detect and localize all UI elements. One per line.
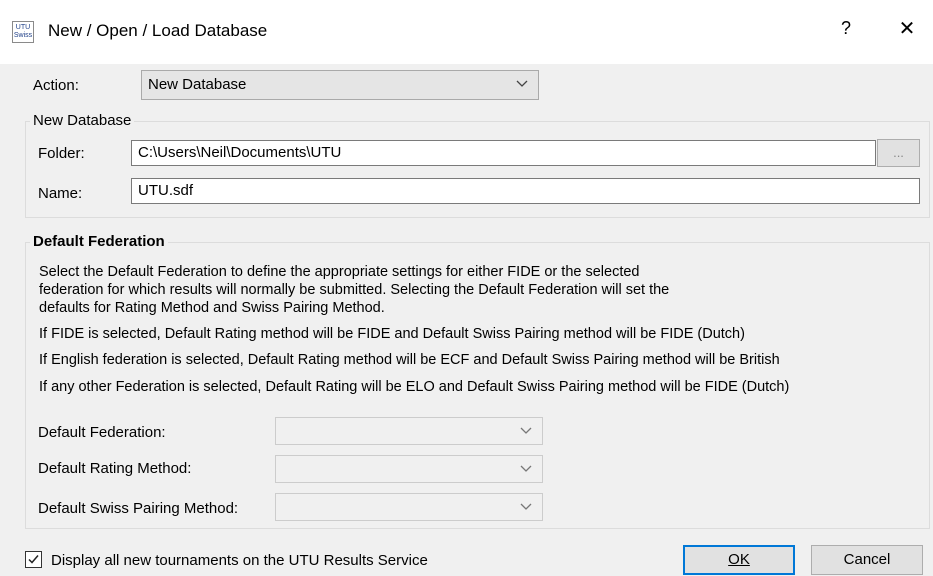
default-federation-group-title: Default Federation [30, 233, 168, 250]
ok-button[interactable]: OK [683, 545, 795, 575]
title-bar: UTU Swiss New / Open / Load Database ? ✕ [0, 0, 933, 64]
chevron-down-icon [520, 503, 532, 510]
note-english-federation: If English federation is selected, Defau… [39, 352, 780, 368]
default-rating-method-dropdown[interactable] [275, 455, 543, 483]
federation-description-line-1: Select the Default Federation to define … [39, 264, 640, 280]
new-database-group-title: New Database [30, 112, 135, 129]
folder-input[interactable]: C:\Users\Neil\Documents\UTU [131, 140, 876, 166]
chevron-down-icon [520, 465, 532, 472]
ok-button-label: OK [728, 551, 750, 568]
default-federation-dropdown[interactable] [275, 417, 543, 445]
app-icon: UTU Swiss [12, 21, 34, 43]
cancel-button-label: Cancel [843, 551, 891, 568]
checkmark-icon [28, 555, 39, 564]
results-service-checkbox[interactable] [25, 551, 42, 568]
note-fide: If FIDE is selected, Default Rating meth… [39, 326, 745, 342]
folder-label: Folder: [38, 145, 85, 162]
close-button[interactable]: ✕ [894, 16, 920, 41]
action-dropdown[interactable]: New Database [141, 70, 539, 100]
name-input[interactable]: UTU.sdf [131, 178, 920, 204]
cancel-button[interactable]: Cancel [811, 545, 923, 575]
action-selected-value: New Database [148, 76, 247, 93]
default-swiss-pairing-method-label: Default Swiss Pairing Method: [38, 500, 239, 517]
browse-folder-button[interactable]: ... [877, 139, 920, 167]
chevron-down-icon [516, 80, 528, 87]
default-federation-label: Default Federation: [38, 424, 166, 441]
name-label: Name: [38, 185, 83, 202]
window-title: New / Open / Load Database [48, 21, 268, 40]
note-other-federation: If any other Federation is selected, Def… [39, 379, 790, 395]
federation-description-line-2: federation for which results will normal… [39, 282, 670, 298]
results-service-checkbox-label: Display all new tournaments on the UTU R… [51, 552, 428, 569]
default-rating-method-label: Default Rating Method: [38, 460, 192, 477]
action-label: Action: [33, 77, 79, 94]
default-swiss-pairing-method-dropdown[interactable] [275, 493, 543, 521]
federation-description-line-3: defaults for Rating Method and Swiss Pai… [39, 300, 385, 316]
chevron-down-icon [520, 427, 532, 434]
help-button[interactable]: ? [834, 18, 858, 39]
